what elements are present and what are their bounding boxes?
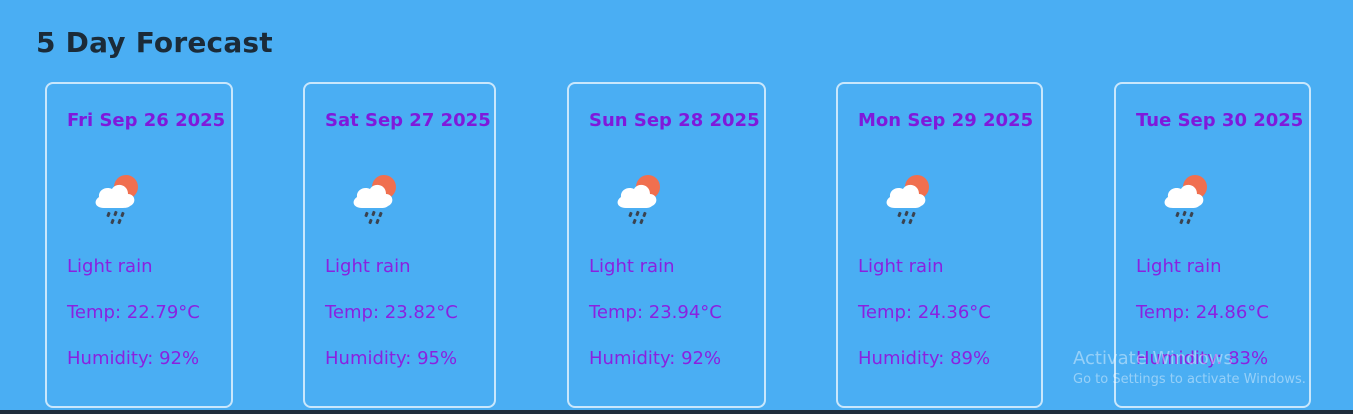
cloud-rain-sun-icon	[1158, 172, 1214, 228]
humidity-value: Humidity: 92%	[67, 348, 200, 369]
weather-description: Light rain	[67, 256, 153, 277]
cloud-rain-sun-icon	[611, 172, 667, 228]
temperature-value: Temp: 22.79°C	[67, 302, 200, 323]
cloud-rain-sun-icon	[347, 172, 403, 228]
forecast-date: Tue Sep 30 2025	[1136, 110, 1304, 131]
forecast-panel: 5 Day Forecast Fri Sep 26 2025 Light rai…	[0, 0, 1353, 410]
temperature-value: Temp: 24.36°C	[858, 302, 991, 323]
forecast-title: 5 Day Forecast	[36, 26, 273, 59]
cloud-rain-sun-icon	[880, 172, 936, 228]
humidity-value: Humidity: 92%	[589, 348, 722, 369]
forecast-card-4: Mon Sep 29 2025 Light rain Temp: 24.36°C…	[836, 82, 1043, 408]
forecast-date: Sat Sep 27 2025	[325, 110, 491, 131]
temperature-value: Temp: 24.86°C	[1136, 302, 1269, 323]
forecast-date: Fri Sep 26 2025	[67, 110, 226, 131]
humidity-value: Humidity: 83%	[1136, 348, 1269, 369]
humidity-value: Humidity: 89%	[858, 348, 991, 369]
forecast-date: Sun Sep 28 2025	[589, 110, 760, 131]
weather-description: Light rain	[1136, 256, 1222, 277]
cloud-rain-sun-icon	[89, 172, 145, 228]
weather-description: Light rain	[325, 256, 411, 277]
temperature-value: Temp: 23.94°C	[589, 302, 722, 323]
forecast-date: Mon Sep 29 2025	[858, 110, 1034, 131]
forecast-card-3: Sun Sep 28 2025 Light rain Temp: 23.94°C…	[567, 82, 766, 408]
forecast-card-1: Fri Sep 26 2025 Light rain Temp: 22.79°C…	[45, 82, 233, 408]
forecast-card-5: Tue Sep 30 2025 Light rain Temp: 24.86°C…	[1114, 82, 1311, 408]
weather-description: Light rain	[858, 256, 944, 277]
forecast-card-2: Sat Sep 27 2025 Light rain Temp: 23.82°C…	[303, 82, 496, 408]
humidity-value: Humidity: 95%	[325, 348, 458, 369]
bottom-divider	[0, 410, 1353, 414]
weather-description: Light rain	[589, 256, 675, 277]
temperature-value: Temp: 23.82°C	[325, 302, 458, 323]
